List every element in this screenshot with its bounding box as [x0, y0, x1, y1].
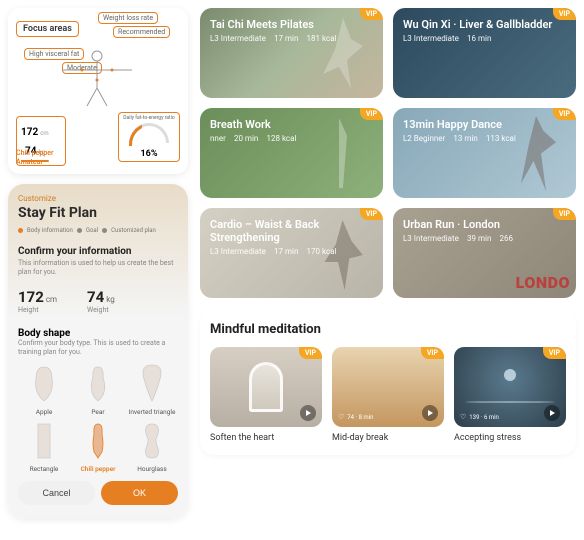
workout-card[interactable]: VIPBreath Work nner 20 min 128 kcal: [200, 108, 383, 198]
focus-title: Focus areas: [16, 21, 79, 37]
shape-option-chili-pepper[interactable]: Chili pepper: [72, 420, 124, 473]
plan-panel: Customize Stay Fit Plan Body information…: [8, 184, 188, 518]
step-body-info: Body information: [27, 227, 73, 234]
play-icon[interactable]: [544, 405, 560, 421]
weight-value: 74: [87, 288, 104, 306]
shape-name: Rectangle: [18, 465, 70, 473]
workout-title: Cardio – Waist & Back Strengthening: [210, 218, 373, 244]
gauge-arc-icon: [129, 123, 169, 143]
shape-option-inverted-triangle[interactable]: Inverted triangle: [126, 363, 178, 416]
weight-item[interactable]: 74kg Weight: [87, 287, 115, 314]
confirm-title: Confirm your information: [18, 246, 178, 257]
play-icon[interactable]: [422, 405, 438, 421]
body-shape-title: Body shape: [18, 328, 178, 339]
step-dot-icon: [102, 228, 107, 233]
shape-option-apple[interactable]: Apple: [18, 363, 70, 416]
workout-meta: L3 Intermediate 39 min 266: [403, 234, 566, 243]
meditation-name: Accepting stress: [454, 433, 566, 443]
body-type-label: Chili pepper: [16, 149, 54, 157]
workout-grid: VIPTai Chi Meets PilatesL3 Intermediate …: [200, 8, 576, 298]
shape-name: Inverted triangle: [126, 408, 178, 416]
body-shape-sub: Confirm your body type. This is used to …: [18, 339, 178, 357]
workout-meta: L3 Intermediate 17 min 181 kcal: [210, 34, 373, 43]
vip-badge: VIP: [553, 8, 576, 20]
vip-badge: VIP: [299, 347, 322, 359]
workout-title: Tai Chi Meets Pilates: [210, 18, 373, 31]
meditation-section: Mindful meditation VIPSoften the heartVI…: [200, 310, 576, 455]
shape-name: Hourglass: [126, 465, 178, 473]
workout-card[interactable]: VIPCardio – Waist & Back Strengthening L3…: [200, 208, 383, 298]
shapes-grid: ApplePearInverted triangle RectangleChili…: [18, 363, 178, 473]
step-dot-icon: [18, 228, 23, 233]
vip-badge: VIP: [543, 347, 566, 359]
meditation-name: Mid-day break: [332, 433, 444, 443]
workout-card[interactable]: VIPUrban Run · London L3 Intermediate 39 …: [393, 208, 576, 298]
step-goal: Goal: [86, 227, 98, 234]
play-icon[interactable]: [300, 405, 316, 421]
meditation-thumb[interactable]: VIP 139 · 6 min: [454, 347, 566, 427]
ok-button[interactable]: OK: [101, 481, 178, 505]
tag-weight-loss: Weight loss rate: [98, 12, 158, 24]
height-item[interactable]: 172cm Height: [18, 287, 57, 314]
height-value: 172: [18, 288, 44, 306]
meditation-thumb[interactable]: VIP 74 · 8 min: [332, 347, 444, 427]
meditation-card[interactable]: VIP 74 · 8 min Mid-day break: [332, 347, 444, 443]
meditation-meta: 74 · 8 min: [338, 413, 373, 421]
workout-title: Wu Qin Xi · Liver & Gallbladder: [403, 18, 566, 31]
meditation-title: Mindful meditation: [210, 322, 566, 337]
meditation-card[interactable]: VIP Soften the heart: [210, 347, 322, 443]
vip-badge: VIP: [360, 208, 383, 220]
shape-name: Chili pepper: [72, 465, 124, 473]
workout-meta: L3 Intermediate 17 min 170 kcal: [210, 247, 373, 256]
meditation-card[interactable]: VIP 139 · 6 min Accepting stress: [454, 347, 566, 443]
shape-option-rectangle[interactable]: Rectangle: [18, 420, 70, 473]
confirm-sub: This information is used to help us crea…: [18, 259, 178, 277]
workout-title: Urban Run · London: [403, 218, 566, 231]
body-figure-icon: [52, 48, 142, 108]
plan-steps: Body information Goal Customized plan: [18, 227, 178, 234]
workout-title: 13min Happy Dance: [403, 118, 566, 131]
cancel-button[interactable]: Cancel: [18, 481, 95, 505]
shape-option-hourglass[interactable]: Hourglass: [126, 420, 178, 473]
workout-card[interactable]: VIP13min Happy Dance L2 Beginner 13 min 1…: [393, 108, 576, 198]
meditation-name: Soften the heart: [210, 433, 322, 443]
gauge-box: Daily fat-to-energy ratio 16%: [118, 112, 180, 162]
meditation-grid: VIP Soften the heart VIP 74 · 8 min Mid-day …: [210, 347, 566, 443]
meditation-thumb[interactable]: VIP: [210, 347, 322, 427]
focus-areas-panel: Focus areas Weight loss rate Recommended…: [8, 8, 188, 174]
vip-badge: VIP: [360, 8, 383, 20]
shape-option-pear[interactable]: Pear: [72, 363, 124, 416]
vip-badge: VIP: [553, 208, 576, 220]
workout-meta: nner 20 min 128 kcal: [210, 134, 373, 143]
vip-badge: VIP: [360, 108, 383, 120]
plan-title: Stay Fit Plan: [18, 205, 178, 221]
height-val: 172: [21, 127, 38, 138]
workout-meta: L2 Beginner 13 min 113 kcal: [403, 134, 566, 143]
workout-card[interactable]: VIPWu Qin Xi · Liver & Gallbladder L3 Int…: [393, 8, 576, 98]
overlay-text: LONDO: [516, 273, 570, 292]
workout-card[interactable]: VIPTai Chi Meets Pilates L3 Intermediate …: [200, 8, 383, 98]
workout-meta: L3 Intermediate 16 min: [403, 34, 566, 43]
meditation-meta: 139 · 6 min: [460, 413, 499, 421]
stat-labels: Chili pepper Amateur: [16, 149, 54, 166]
workout-title: Breath Work: [210, 118, 373, 131]
shape-name: Apple: [18, 408, 70, 416]
vip-badge: VIP: [421, 347, 444, 359]
vip-badge: VIP: [553, 108, 576, 120]
step-dot-icon: [77, 228, 82, 233]
gauge-title: Daily fat-to-energy ratio: [121, 115, 177, 121]
fitness-level-label: Amateur: [16, 158, 54, 166]
tag-recommended: Recommended: [113, 26, 170, 38]
customize-label[interactable]: Customize: [18, 194, 178, 203]
step-custom-plan: Customized plan: [111, 227, 156, 234]
shape-name: Pear: [72, 408, 124, 416]
gauge-value: 16%: [121, 149, 177, 159]
